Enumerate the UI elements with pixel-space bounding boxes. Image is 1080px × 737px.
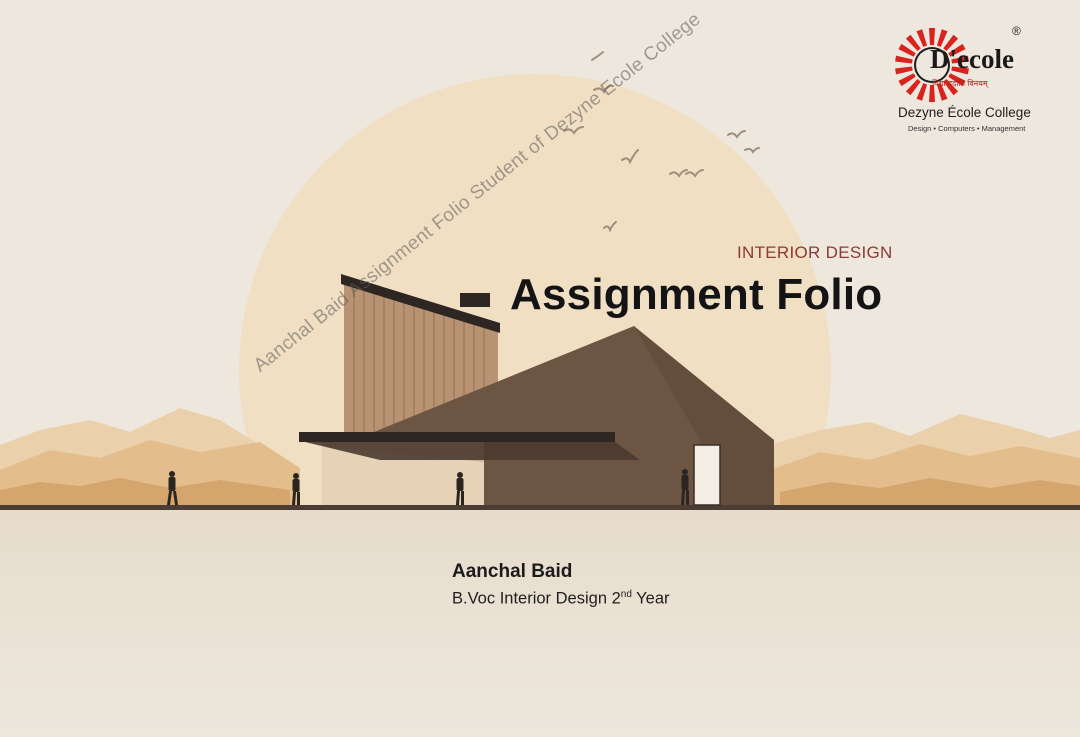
logo-wordmark: D'ecole xyxy=(930,44,1014,74)
college-name: Dezyne École College xyxy=(898,105,1031,120)
cover-subtitle: INTERIOR DESIGN xyxy=(737,243,893,262)
page-title: Assignment Folio xyxy=(510,270,883,319)
student-course: B.Voc Interior Design 2nd Year xyxy=(452,589,670,609)
registered-mark: ® xyxy=(1012,24,1021,38)
course-year: Year xyxy=(631,589,670,608)
course-ordinal: nd xyxy=(620,589,632,600)
college-tagline: Design • Computers • Management xyxy=(908,124,1026,133)
logo-hindi-tagline: विद्या ददाति विनयम् xyxy=(932,79,988,88)
canopy xyxy=(299,432,615,442)
door xyxy=(693,444,721,506)
cover-page: ® D'ecole विद्या ददाति विनयम् Dezyne Éco… xyxy=(0,0,1080,737)
student-name: Aanchal Baid xyxy=(452,561,573,582)
ground-line xyxy=(0,505,1080,510)
course-text: B.Voc Interior Design 2 xyxy=(452,589,621,608)
ground xyxy=(0,505,1080,737)
